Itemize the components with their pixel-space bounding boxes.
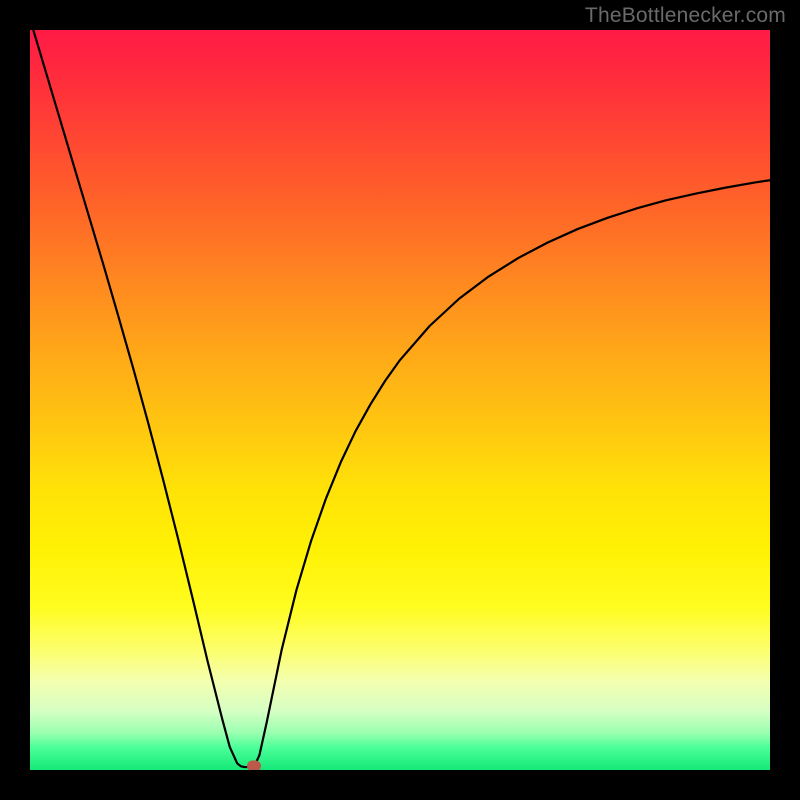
chart-frame: TheBottlenecker.com [0, 0, 800, 800]
attribution-text: TheBottlenecker.com [585, 4, 786, 28]
bottleneck-curve [30, 30, 770, 770]
optimum-marker [247, 760, 261, 770]
plot-area [30, 30, 770, 770]
